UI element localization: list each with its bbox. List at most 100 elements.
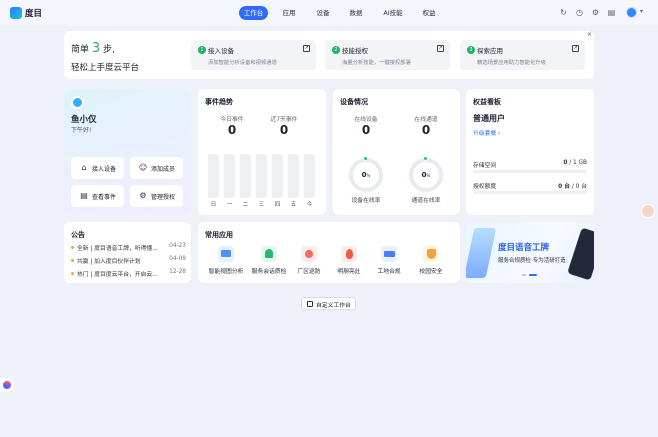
announcement-item[interactable]: 热门 | 度目度云平台，开启云... 12-28 (71, 269, 186, 278)
headline-post: 步, (103, 45, 115, 55)
camera-icon: ⌂ (81, 163, 87, 172)
storage-usage: 0 / 1 GB (563, 160, 587, 166)
announcement-card: 公告 全新 | 度目语音工牌，听得懂... 04-23 共赢 | 加入度目伙伴计… (64, 222, 191, 283)
storage-label: 存储空间 (473, 163, 497, 169)
nav-item-devices[interactable]: 设备 (312, 6, 334, 20)
headline-line2: 轻松上手度云平台 (71, 63, 140, 73)
headline-number: 3 (91, 41, 101, 56)
flame-icon (341, 246, 357, 262)
event-day-label: 四 (274, 202, 281, 208)
edit-icon (307, 301, 313, 307)
auth-usage: 0 台 / 0 台 (558, 181, 587, 190)
storage-total: / 1 GB (569, 160, 587, 166)
step-title: 探索应用 (477, 47, 503, 55)
card-title: 常用应用 (205, 231, 233, 239)
carousel-dot-active[interactable] (529, 274, 537, 276)
nav-item-ai-skills[interactable]: AI技能 (378, 6, 408, 20)
document-icon: ▤ (80, 191, 88, 200)
online-devices-value: 0 (361, 123, 371, 137)
ai-icon (3, 381, 11, 389)
event-bar (240, 154, 251, 198)
app-name: 度目 (25, 9, 43, 19)
video-analysis-icon (218, 246, 234, 262)
step-desc: 添加智能分析设备和视频通道 (208, 60, 277, 66)
step-card-2[interactable]: 2 技能授权 海量分析技能，一键授权部署 ↗ (325, 40, 450, 70)
step-card-3[interactable]: 3 探索应用 精选场景应用助力智能化升级 ↗ (460, 40, 585, 70)
auth-label: 授权额度 (473, 184, 497, 190)
user-type: 普通用户 (473, 114, 505, 123)
external-link-icon: ↗ (437, 45, 444, 52)
add-member-button[interactable]: ☺ 添加成员 (130, 157, 183, 179)
add-device-button[interactable]: ⌂ 接入设备 (71, 157, 124, 179)
nav-item-apps[interactable]: 应用 (278, 6, 300, 20)
event-bar (208, 154, 219, 198)
bullet (71, 272, 74, 275)
card-title: 设备情况 (340, 98, 368, 106)
device-rate-unit: % (366, 173, 371, 178)
channel-rate-marker (423, 156, 428, 161)
badge-device-image (567, 227, 594, 281)
event-bar (256, 154, 267, 198)
view-events-button[interactable]: ▤ 查看事件 (71, 185, 124, 207)
event-bar (304, 154, 315, 198)
announcement-text: 热门 | 度目度云平台，开启云... (77, 272, 158, 278)
announcement-date: 04-09 (169, 256, 186, 262)
button-label: 自定义工作台 (316, 303, 351, 309)
user-icon: ☺ (138, 163, 148, 172)
devices-card: 设备情况 在线设备 0 在线通道 0 0% 设备在线率 0% 通道在线率 (333, 89, 460, 215)
announcement-item[interactable]: 全新 | 度目语音工牌，听得懂... 04-23 (71, 243, 186, 252)
shield-icon (423, 246, 439, 262)
event-day-label: 五 (290, 202, 297, 208)
bullet (71, 246, 74, 249)
gear-icon: ⚙ (139, 191, 147, 200)
announcement-item[interactable]: 共赢 | 加入度目伙伴计划 04-09 (71, 256, 186, 265)
banner-subtitle: 服务合规质检 专为活研打造 (498, 258, 566, 264)
event-day-label: 三 (258, 202, 265, 208)
button-label: 管理授权 (151, 194, 176, 201)
camera-icon (301, 246, 317, 262)
excavator-icon (381, 246, 397, 262)
event-day-label: 今 (306, 202, 313, 208)
nav-item-rights[interactable]: 权益 (418, 6, 440, 20)
refresh-icon[interactable]: ↻ (559, 8, 568, 17)
nav-item-data[interactable]: 数据 (345, 6, 367, 20)
app-campus-safety[interactable]: 校园安全 (404, 244, 458, 279)
events-card: 事件趋势 今日事件 0 近7天事件 0 日一二三四五今 (198, 89, 326, 215)
logo-icon (10, 7, 22, 19)
banner-title: 度目语音工牌 (498, 243, 550, 253)
device-rate-label: 设备在线率 (351, 198, 381, 204)
upgrade-link[interactable]: 升级套餐 › (473, 128, 500, 137)
announcement-text: 全新 | 度目语音工牌，听得懂... (77, 246, 158, 252)
assistant-avatar[interactable] (641, 204, 655, 218)
announcement-date: 04-23 (169, 243, 186, 249)
step-title: 技能授权 (342, 47, 368, 55)
promo-banner[interactable]: 度目语音工牌 服务合规质检 专为活研打造 (466, 222, 594, 283)
step-card-1[interactable]: 1 接入设备 添加智能分析设备和视频通道 ↗ (191, 40, 316, 70)
manage-auth-button[interactable]: ⚙ 管理授权 (130, 185, 183, 207)
clock-icon[interactable]: ◷ (575, 8, 584, 17)
announcement-date: 12-28 (169, 269, 186, 275)
online-channels-value: 0 (421, 123, 431, 137)
user-avatar[interactable] (626, 7, 637, 18)
customize-workbench-button[interactable]: 自定义工作台 (301, 297, 356, 310)
banner-graphic (466, 228, 497, 278)
chevron-down-icon[interactable]: ▾ (640, 8, 643, 15)
nav-item-workbench[interactable]: 工作台 (239, 6, 268, 20)
online-channels-label: 在线通道 (414, 117, 438, 123)
step-number: 1 (198, 46, 206, 54)
button-label: 查看事件 (92, 194, 117, 201)
headline-pre: 简单 (71, 45, 90, 55)
bell-icon[interactable]: ▤ (607, 8, 616, 17)
storage-progress (473, 170, 587, 173)
side-float-button[interactable] (0, 378, 14, 392)
event-day-label: 二 (242, 202, 249, 208)
close-icon[interactable]: × (587, 31, 592, 38)
auth-value: 0 台 (558, 184, 571, 190)
external-link-icon: ↗ (572, 45, 579, 52)
button-label: 添加成员 (151, 166, 176, 173)
device-rate-marker (363, 156, 368, 161)
rights-card: 权益看板 普通用户 升级套餐 › 存储空间 0 / 1 GB 授权额度 0 台 … (466, 89, 594, 215)
greeting: 下午好! (71, 127, 92, 134)
carousel-dot[interactable] (522, 274, 526, 276)
settings-icon[interactable]: ⚙ (591, 8, 600, 17)
